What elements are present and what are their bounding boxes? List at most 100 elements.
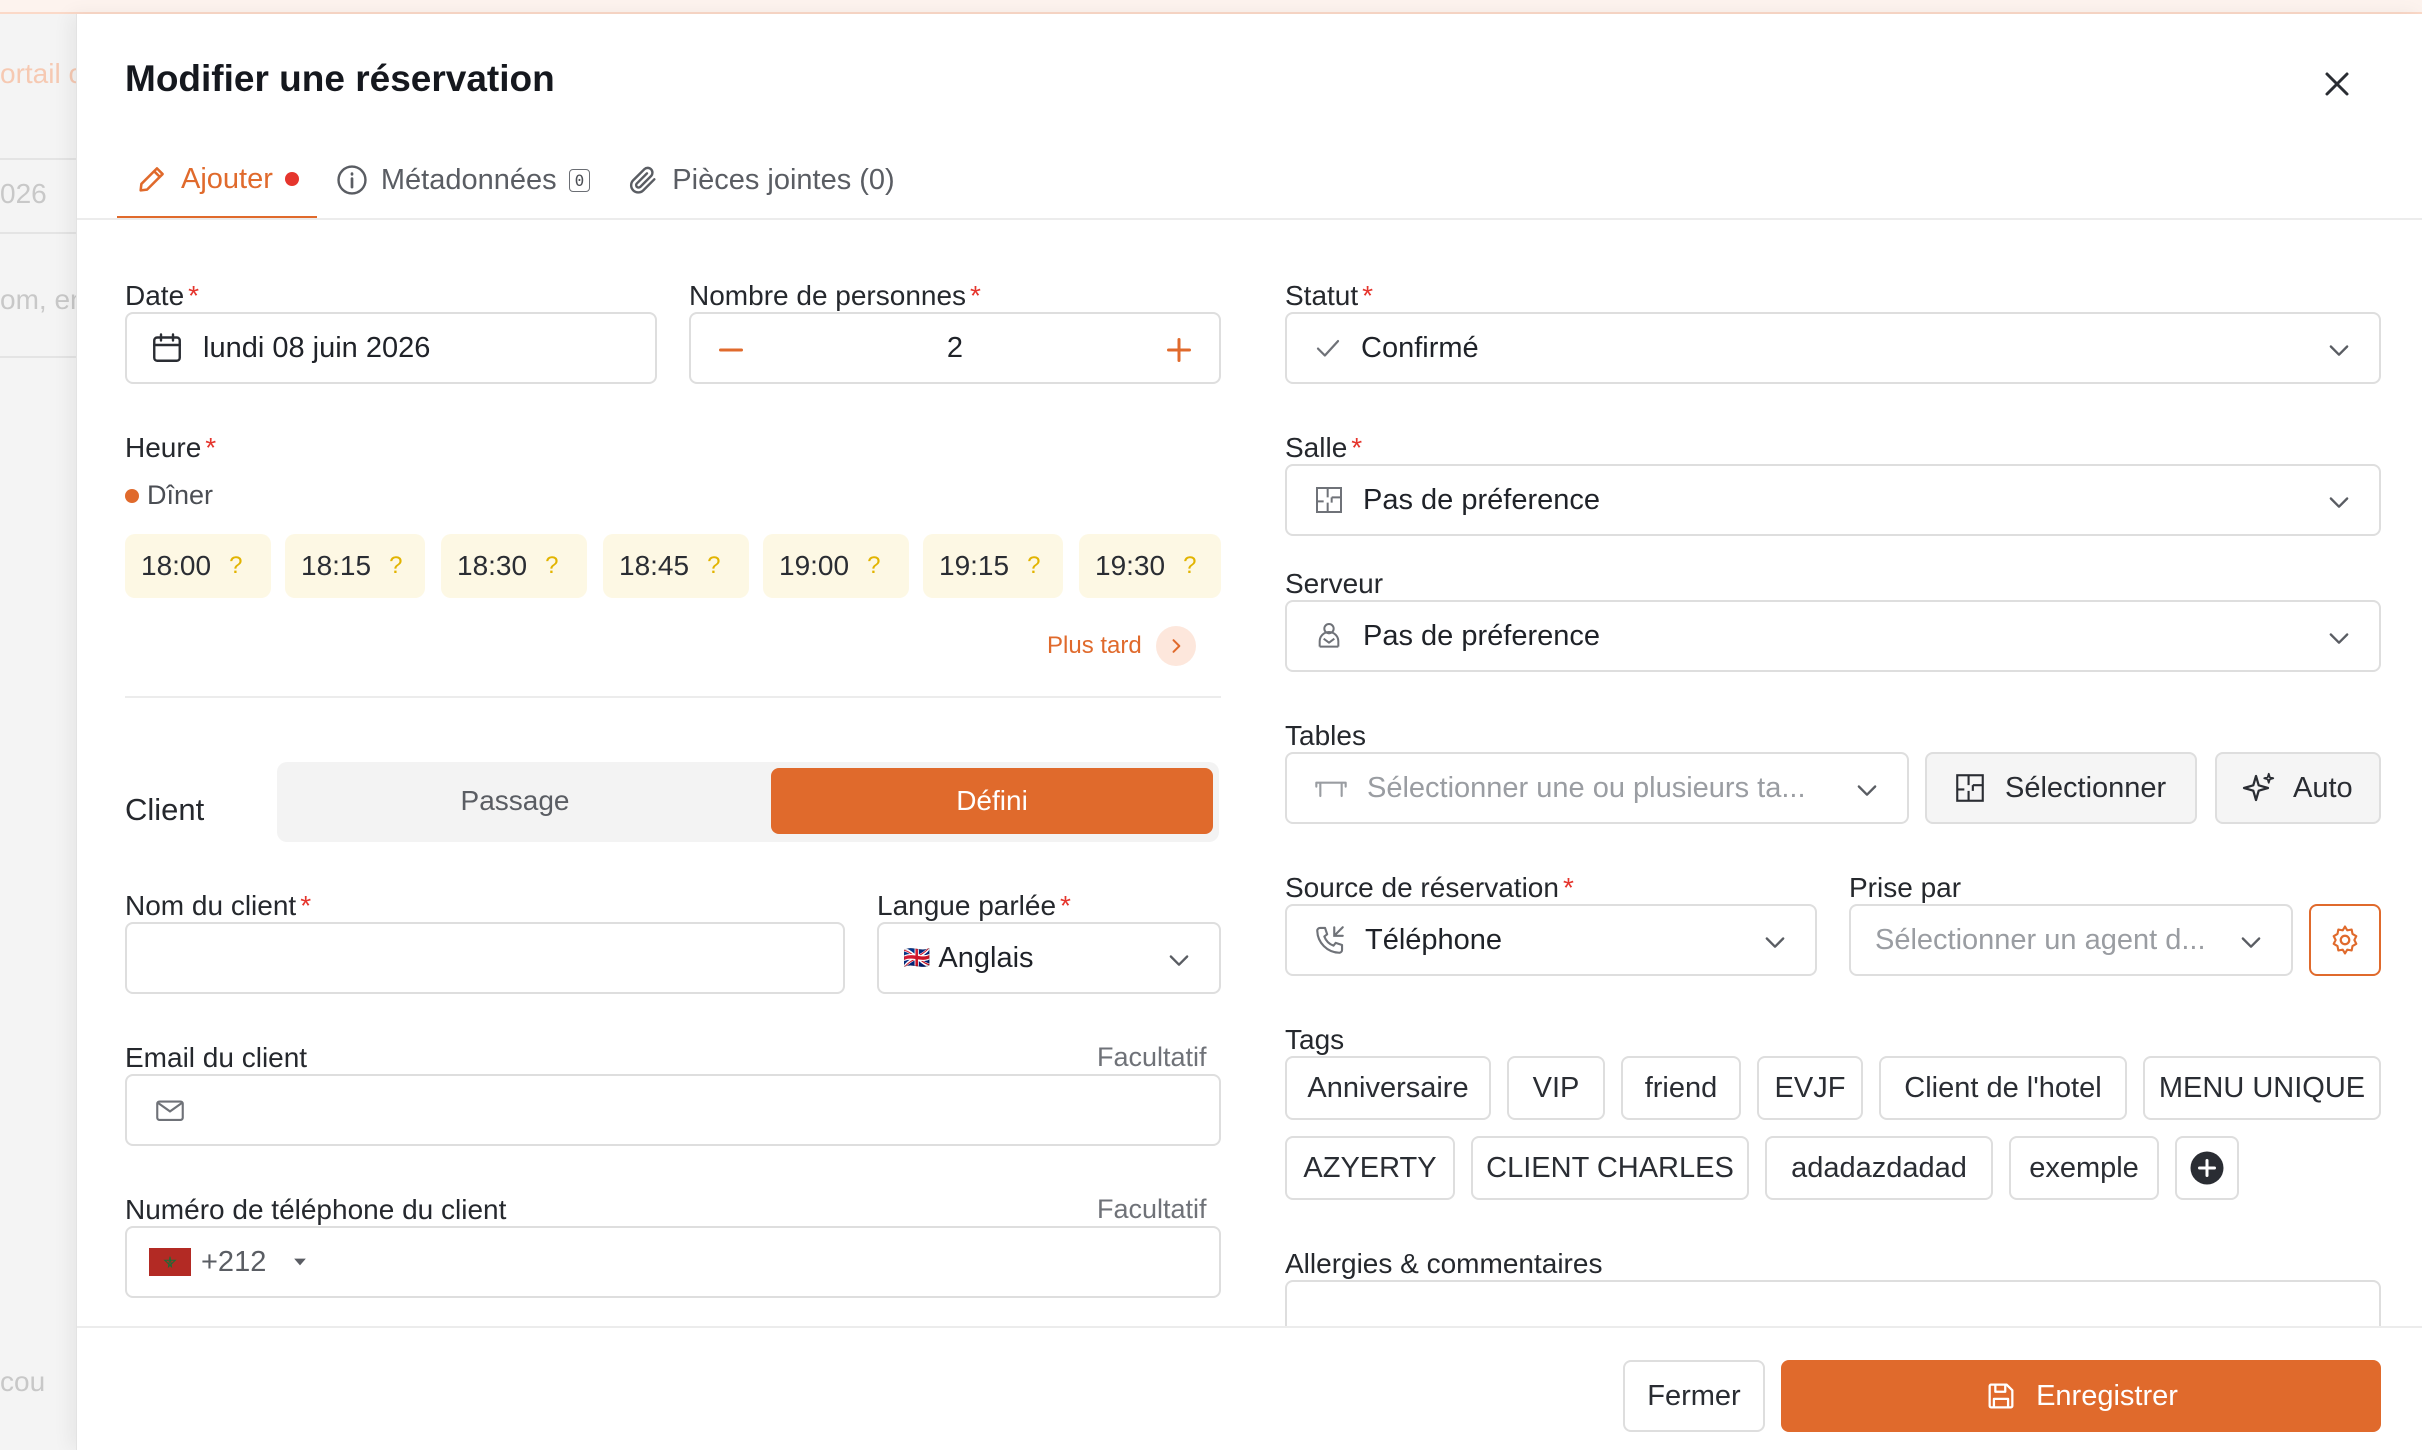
service-name: Dîner [147,480,214,510]
tag-chip[interactable]: VIP [1507,1056,1605,1120]
status-label-text: Statut [1285,280,1359,311]
client-passage-option[interactable]: Passage [283,768,747,834]
server-value: Pas de préference [1363,619,1600,652]
decrement-button[interactable] [713,332,749,376]
status-select[interactable]: Confirmé [1285,312,2381,384]
tag-chip[interactable]: Client de l'hotel [1879,1056,2127,1120]
tag-chip[interactable]: AZYERTY [1285,1136,1455,1200]
allergies-label: Allergies & commentaires [1285,1248,1603,1279]
increment-button[interactable] [1161,332,1197,376]
tab-label: Pièces jointes (0) [672,163,895,196]
save-icon [1988,1383,2014,1409]
slot-marker: ? [1027,552,1041,579]
tag-chip[interactable]: EVJF [1757,1056,1863,1120]
time-slot[interactable]: 19:30? [1079,534,1221,598]
chevron-down-icon [1853,776,1881,812]
tab-metadonnees[interactable]: Métadonnées 0 [316,142,609,220]
client-name-label: Nom du client * [125,890,311,922]
required-asterisk: * [970,280,981,311]
tables-label: Tables [1285,720,1366,751]
email-optional-note: Facultatif [1097,1042,1207,1072]
source-select[interactable]: Téléphone [1285,904,1817,976]
time-slot[interactable]: 18:15? [285,534,425,598]
time-slot[interactable]: 18:30? [441,534,587,598]
tag-chip[interactable]: CLIENT CHARLES [1471,1136,1749,1200]
tags-label: Tags [1285,1024,1345,1055]
status-value: Confirmé [1361,331,1479,364]
country-code-select[interactable]: +212 [149,1246,310,1279]
service-dot [125,488,139,503]
tab-ajouter[interactable]: Ajouter [117,142,317,220]
taken-by-select[interactable]: Sélectionner un agent d... [1849,904,2293,976]
uk-flag-icon: 🇬🇧 [903,945,931,970]
metadata-count-badge: 0 [568,168,591,192]
later-label: Plus tard [1047,632,1142,659]
background-text: ortail c [0,58,76,89]
background-text: om, en [0,284,76,315]
language-value: Anglais [938,941,1034,974]
slot-marker: ? [389,552,403,579]
tag-chip[interactable]: Anniversaire [1285,1056,1491,1120]
slot-time: 19:00 [779,550,850,581]
select-tables-label: Sélectionner [2005,771,2167,804]
plus-circle-icon [2190,1151,2224,1185]
tag-chip[interactable]: adadazdadad [1765,1136,1993,1200]
paperclip-icon [630,166,656,194]
time-slot[interactable]: 19:00? [763,534,909,598]
auto-assign-button[interactable]: Auto [2215,752,2381,824]
background-top-strip [0,0,2422,14]
calendar-icon [149,330,185,366]
required-asterisk: * [188,280,200,311]
gear-icon [2332,925,2358,955]
email-input[interactable] [125,1074,1221,1146]
slot-time: 18:45 [619,550,690,581]
table-icon [1313,772,1349,804]
time-slot[interactable]: 19:15? [923,534,1063,598]
language-label: Langue parlée * [877,890,1071,922]
client-defini-option[interactable]: Défini [771,768,1213,834]
auto-label: Auto [2293,771,2353,804]
close-button[interactable] [2317,64,2357,104]
floor-plan-icon [1313,484,1345,516]
source-label-text: Source de réservation [1285,872,1559,903]
close-modal-button[interactable]: Fermer [1623,1360,1765,1432]
minus-icon [719,348,743,352]
required-asterisk: * [1351,432,1363,463]
slot-marker: ? [1183,552,1197,579]
chevron-down-icon [2325,488,2353,524]
agent-settings-button[interactable] [2309,904,2381,976]
slot-time: 18:00 [141,550,212,581]
add-tag-button[interactable] [2175,1136,2239,1200]
allergies-textarea[interactable] [1285,1280,2381,1326]
phone-input[interactable]: +212 [125,1226,1221,1298]
time-slot[interactable]: 18:45? [603,534,749,598]
source-value: Téléphone [1365,923,1503,956]
slot-marker: ? [707,552,721,579]
floor-plan-icon [1953,771,1987,805]
email-label: Email du client [125,1042,308,1073]
room-select[interactable]: Pas de préference [1285,464,2381,536]
select-tables-button[interactable]: Sélectionner [1925,752,2197,824]
tab-label: Ajouter [181,162,273,195]
date-picker[interactable]: lundi 08 juin 2026 [125,312,657,384]
background-text: 026 [0,178,47,209]
tag-chip[interactable]: exemple [2009,1136,2159,1200]
slot-marker: ? [867,552,881,579]
server-select[interactable]: Pas de préference [1285,600,2381,672]
chevron-down-icon [2325,336,2353,372]
tables-select[interactable]: Sélectionner une ou plusieurs ta... [1285,752,1909,824]
later-slots-link[interactable]: Plus tard [1047,626,1196,666]
slot-time: 18:30 [457,550,528,581]
tab-pieces-jointes[interactable]: Pièces jointes (0) [608,142,913,220]
time-slot[interactable]: 18:00? [125,534,271,598]
save-button[interactable]: Enregistrer [1781,1360,2381,1432]
waiter-icon [1313,620,1345,652]
tag-chip[interactable]: friend [1621,1056,1741,1120]
language-select[interactable]: 🇬🇧 Anglais [877,922,1221,994]
client-name-label-text: Nom du client [125,890,297,921]
required-asterisk: * [1562,872,1574,903]
required-asterisk: * [1362,280,1374,311]
persons-value[interactable]: 2 [947,332,963,365]
client-name-input[interactable] [125,922,845,994]
tag-chip[interactable]: MENU UNIQUE [2143,1056,2381,1120]
